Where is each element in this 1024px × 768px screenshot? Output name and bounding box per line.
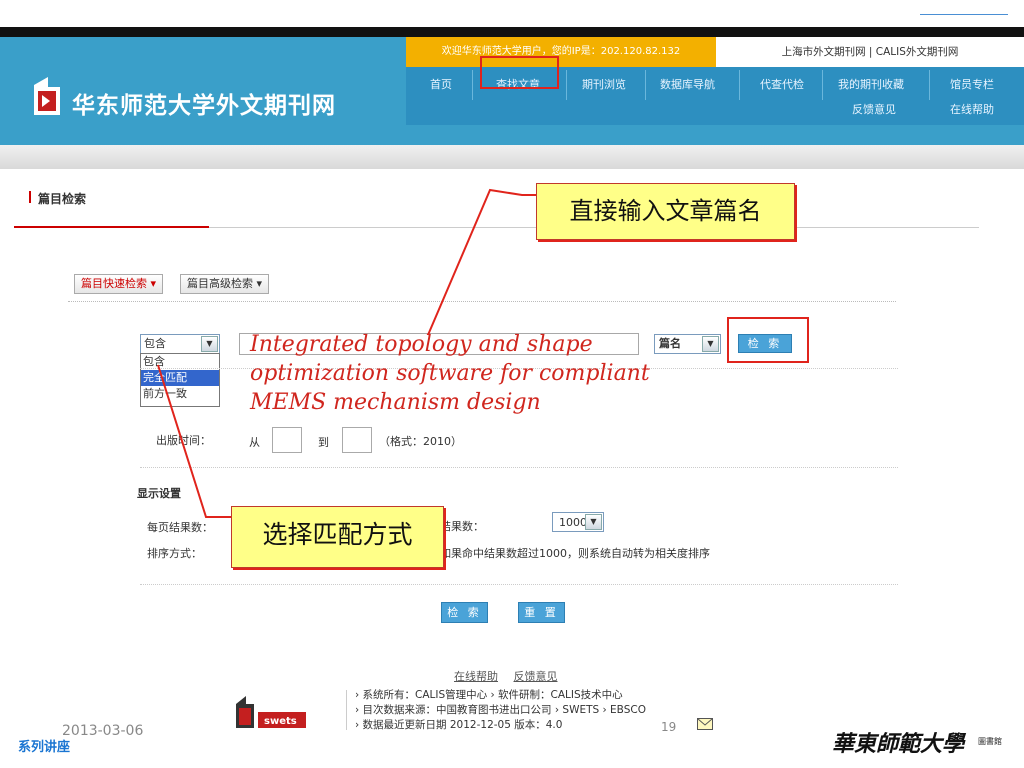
library-logo-small: 圖書館 [978,737,1002,746]
swets-logo-text: swets [264,716,297,727]
footer-line-source: › 目次数据来源：中国教育图书进出口公司 › SWETS › EBSCO [355,704,646,716]
library-logo: 華東師範大學 [832,731,965,757]
footer-link-feedback[interactable]: 反馈意见 [514,670,558,683]
footer-link-help[interactable]: 在线帮助 [454,670,498,683]
slide-page-number: 19 [661,720,677,734]
callout-enter-title: 直接输入文章篇名 [536,183,795,240]
footer-help-links: 在线帮助 反馈意见 [454,668,570,684]
callout-choose-match: 选择匹配方式 [231,506,444,568]
callout-pointer-lines [157,188,536,518]
series-label: 系列讲座 [18,740,71,755]
mail-icon[interactable] [697,718,713,730]
swets-logo: swets [234,690,314,733]
footer-line-update: › 数据最近更新日期 2012-12-05 版本：4.0 [355,719,563,731]
pointer-line-title [427,188,536,336]
pointer-line-match [157,364,232,518]
footer-info: › 系统所有：CALIS管理中心 › 软件研制：CALIS技术中心 › 目次数据… [355,688,646,733]
footer-divider [346,690,347,730]
slide-date: 2013-03-06 [62,723,144,739]
footer-line-owner: › 系统所有：CALIS管理中心 › 软件研制：CALIS技术中心 [355,689,623,701]
